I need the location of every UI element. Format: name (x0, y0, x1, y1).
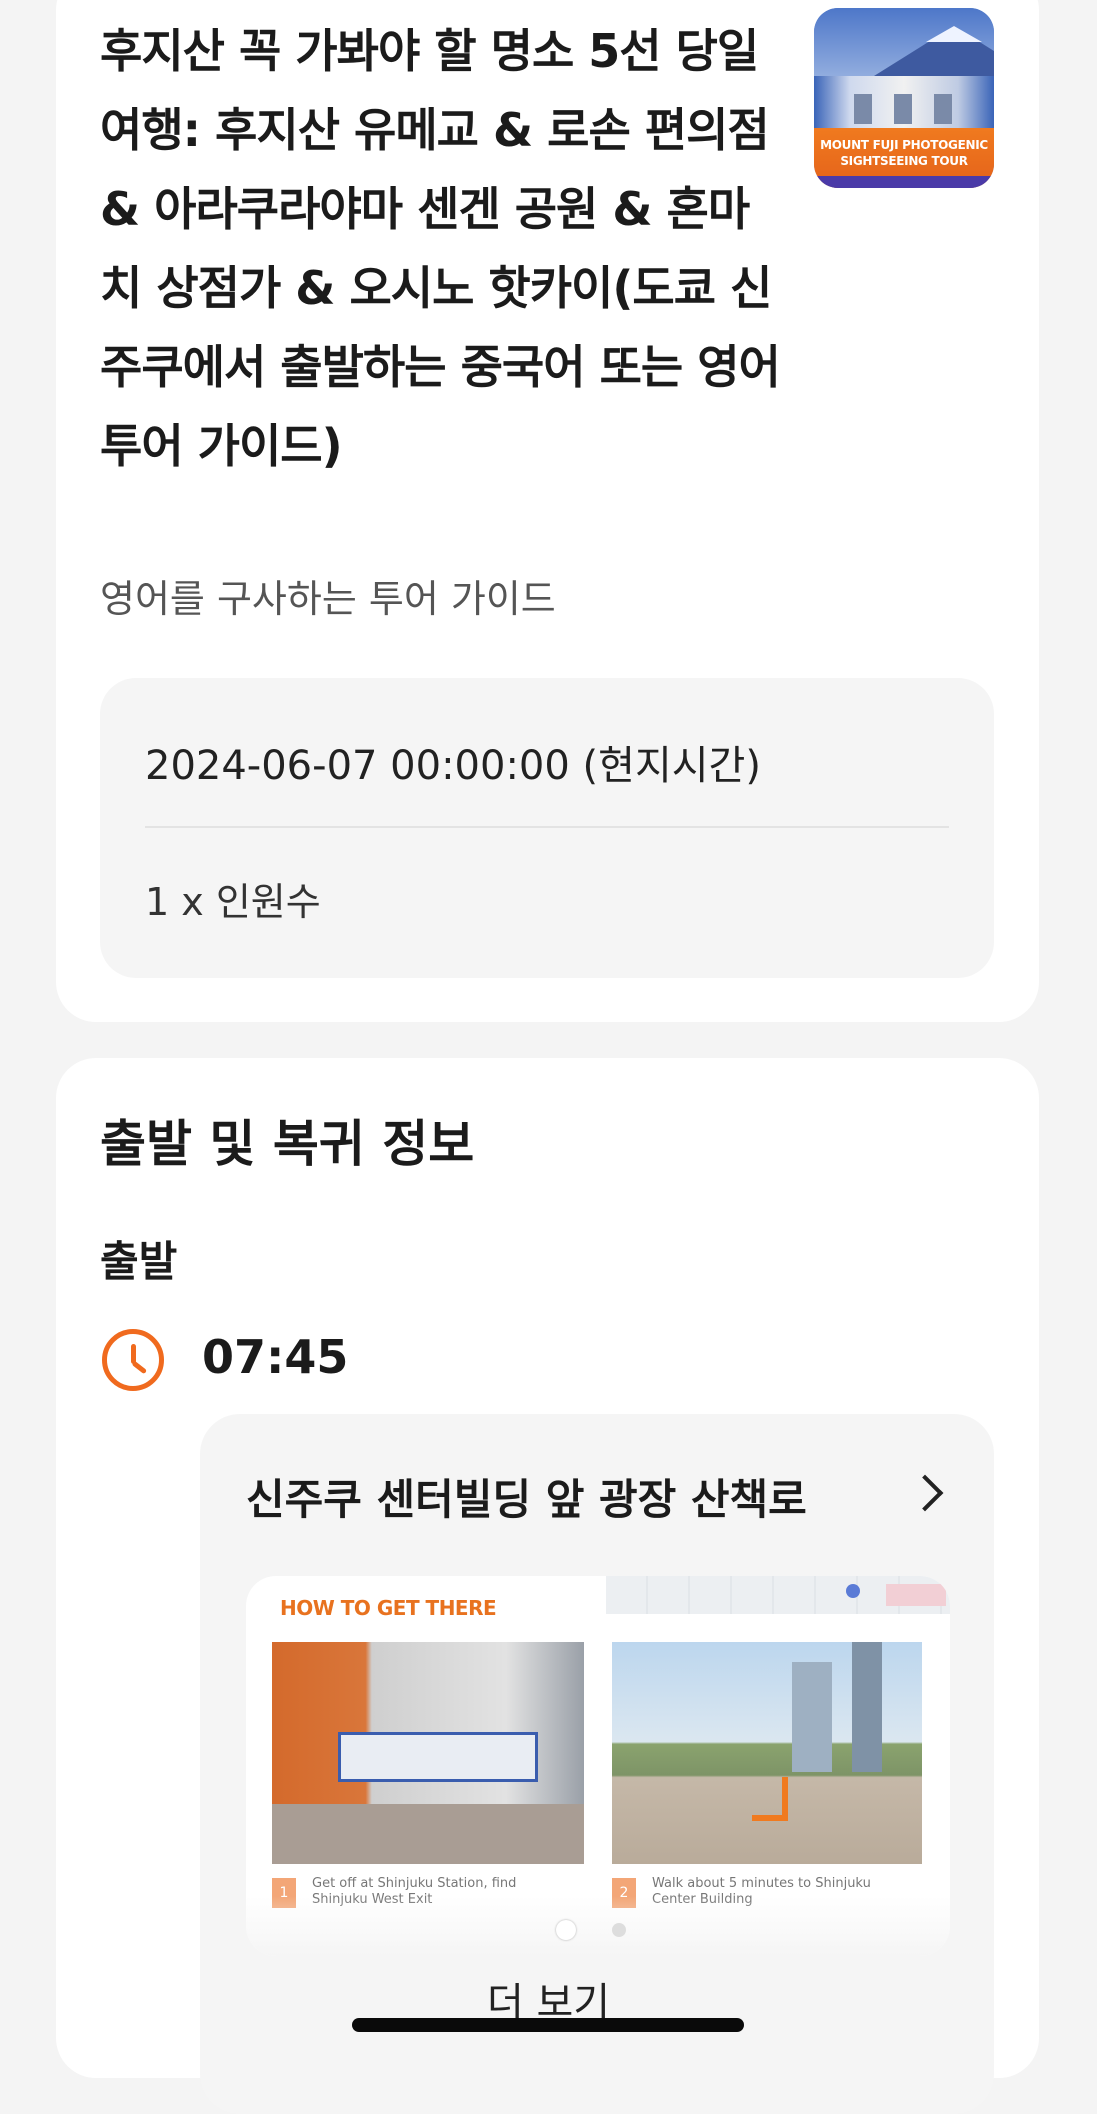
carousel-dot-active[interactable] (556, 1920, 576, 1940)
street-walk-photo (612, 1642, 922, 1864)
home-indicator[interactable] (352, 2018, 744, 2032)
section-title: 출발 및 복귀 정보 (100, 1115, 475, 1173)
station-sign (338, 1732, 538, 1782)
product-title: 후지산 꼭 가봐야 할 명소 5선 당일 여행: 후지산 유메교 & 로손 편의… (100, 24, 781, 473)
booking-details-box: 2024-06-07 00:00:00 (현지시간) 1 x 인원수 (100, 678, 994, 978)
language-note: 영어를 구사하는 투어 가이드 (100, 577, 556, 621)
thumbnail-banner-line2: SIGHTSEEING TOUR (840, 154, 968, 168)
clock-icon (102, 1329, 164, 1391)
shinjuku-station-photo (272, 1642, 584, 1864)
map-pin-icon (846, 1584, 860, 1598)
meeting-point-name[interactable]: 신주쿠 센터빌딩 앞 광장 산책로 (246, 1466, 807, 1527)
thumbnail-banner: MOUNT FUJI PHOTOGENIC SIGHTSEEING TOUR (814, 128, 994, 188)
booking-datetime: 2024-06-07 00:00:00 (현지시간) (145, 743, 761, 789)
thumbnail-banner-line1: MOUNT FUJI PHOTOGENIC (820, 138, 988, 152)
product-thumbnail[interactable]: MOUNT FUJI PHOTOGENIC SIGHTSEEING TOUR (814, 8, 994, 188)
booking-quantity: 1 x 인원수 (145, 880, 321, 924)
divider (145, 826, 949, 828)
directions-header: HOW TO GET THERE (280, 1596, 497, 1620)
store-image (814, 76, 994, 134)
turn-arrow-icon (752, 1777, 788, 1821)
departure-time: 07:45 (202, 1330, 349, 1384)
directions-image[interactable]: HOW TO GET THERE 1 Get off at Shinjuku S… (246, 1576, 950, 1956)
map-marker (886, 1584, 946, 1606)
carousel-dot[interactable] (612, 1923, 626, 1937)
departure-label: 출발 (100, 1237, 178, 1286)
mount-fuji-snowcap (926, 26, 982, 42)
